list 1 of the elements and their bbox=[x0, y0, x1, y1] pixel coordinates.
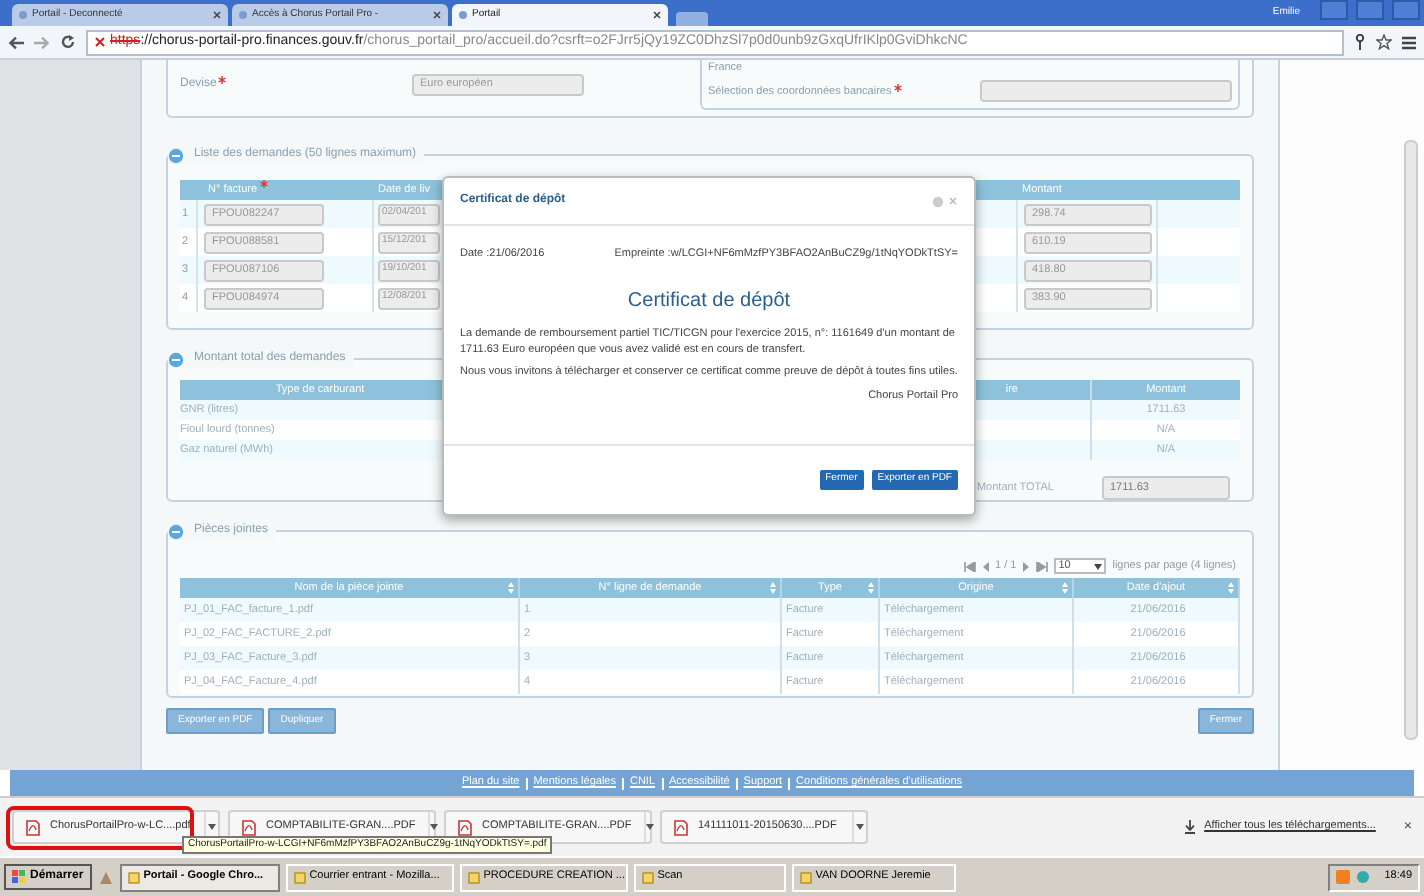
dialog-heading: Certificat de dépôt bbox=[625, 288, 793, 317]
